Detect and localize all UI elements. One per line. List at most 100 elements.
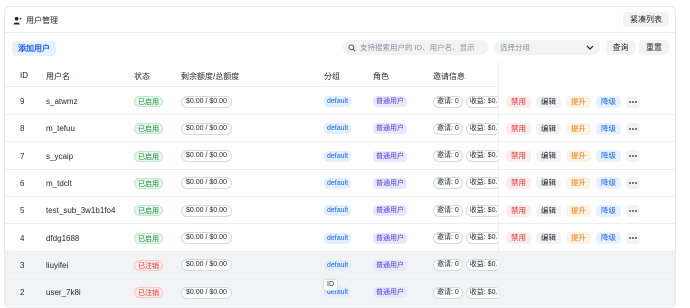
earnings-badge: 收益: $0. <box>465 286 498 299</box>
demote-button[interactable]: 降级 <box>596 204 621 217</box>
cell-quota: $0.00 / $0.00 <box>181 225 232 252</box>
demote-button[interactable]: 降级 <box>596 232 621 244</box>
group-select-placeholder: 选择分组 <box>500 43 530 52</box>
more-icon <box>629 100 637 103</box>
group-badge: default <box>324 232 352 244</box>
edit-button[interactable]: 编辑 <box>536 232 561 244</box>
cell-role: 普通用户 <box>373 279 407 306</box>
quota-badge: $0.00 / $0.00 <box>181 122 232 135</box>
more-button[interactable] <box>626 232 640 244</box>
group-badge: default <box>324 205 352 217</box>
ban-button[interactable]: 禁用 <box>506 232 531 244</box>
compact-list-button[interactable]: 紧凑列表 <box>623 12 669 27</box>
table-row[interactable]: 4 dfdg1688 已启用 $0.00 / $0.00 default 普通用户 邀请: … <box>5 225 675 252</box>
more-button[interactable] <box>626 95 640 108</box>
cell-quota: $0.00 / $0.00 <box>181 115 232 142</box>
column-header-group[interactable]: 分组 <box>324 71 340 82</box>
promote-button[interactable]: 提升 <box>566 122 591 135</box>
status-badge: 已注销 <box>134 259 163 271</box>
cell-invites: 邀请: 0 收益: $0. <box>433 252 498 279</box>
cell-status: 已启用 <box>134 197 163 224</box>
cell-username: s_ycaip <box>46 143 126 170</box>
search-input[interactable]: 支持搜索用户的 ID、用户名、显示 <box>343 40 488 55</box>
edit-button[interactable]: 编辑 <box>536 122 561 135</box>
ban-button[interactable]: 禁用 <box>506 95 531 108</box>
ban-button[interactable]: 禁用 <box>506 177 531 190</box>
demote-button[interactable]: 降级 <box>596 95 621 108</box>
more-button[interactable] <box>626 122 640 135</box>
user-id: 8 <box>20 124 25 134</box>
group-select[interactable]: 选择分组 <box>494 40 600 55</box>
edit-button[interactable]: 编辑 <box>536 95 561 108</box>
reset-button[interactable]: 重置 <box>639 40 669 55</box>
cell-id: 8 <box>20 115 24 142</box>
row-actions: 禁用 编辑 提升 降级 <box>506 115 640 142</box>
demote-button[interactable]: 降级 <box>596 150 621 163</box>
cell-invites: 邀请: 0 收益: $0. <box>433 197 498 224</box>
username: user_7k8i <box>46 288 81 298</box>
role-badge: 普通用户 <box>373 150 407 162</box>
cell-group: default <box>324 252 352 279</box>
cell-role: 普通用户 <box>373 115 407 142</box>
invite-count-badge: 邀请: 0 <box>433 286 463 299</box>
username: s_atwmz <box>46 97 78 106</box>
earnings-badge: 收益: $0. <box>465 177 498 190</box>
edit-button[interactable]: 编辑 <box>536 204 561 217</box>
cell-quota: $0.00 / $0.00 <box>181 143 232 170</box>
table-row[interactable]: 7 s_ycaip 已启用 $0.00 / $0.00 default 普通用户 邀请: 0… <box>5 143 675 170</box>
column-header-role[interactable]: 角色 <box>373 71 389 82</box>
promote-button[interactable]: 提升 <box>566 177 591 190</box>
ban-button[interactable]: 禁用 <box>506 150 531 163</box>
table-row[interactable]: 8 m_tefuu 已启用 $0.00 / $0.00 default 普通用户 邀请: 0… <box>5 115 675 143</box>
demote-button[interactable]: 降级 <box>596 122 621 135</box>
status-badge: 已注销 <box>134 287 163 299</box>
status-badge: 已启用 <box>134 232 163 244</box>
promote-button[interactable]: 提升 <box>566 204 591 217</box>
role-badge: 普通用户 <box>373 177 407 189</box>
ban-button[interactable]: 禁用 <box>506 204 531 217</box>
cell-group: default <box>324 115 352 142</box>
table-row[interactable]: 9 s_atwmz 已启用 $0.00 / $0.00 default 普通用户 邀请: 0… <box>5 88 675 115</box>
cell-invites: 邀请: 0 收益: $0. <box>433 279 498 306</box>
cell-username: s_atwmz <box>46 88 126 115</box>
cell-id: 2 <box>20 279 24 306</box>
edit-button[interactable]: 编辑 <box>536 177 561 190</box>
column-header-id[interactable]: ID <box>20 71 28 80</box>
query-button[interactable]: 查询 <box>606 40 635 55</box>
invite-count-badge: 邀请: 0 <box>433 177 463 190</box>
cell-role: 普通用户 <box>373 197 407 224</box>
page-title: 用户管理 <box>13 15 58 26</box>
username: liuyifei <box>46 260 69 270</box>
table-row[interactable]: 3 liuyifei 已注销 $0.00 / $0.00 default 普通用户 邀请: … <box>5 251 675 279</box>
group-badge: default <box>324 96 352 107</box>
cell-invites: 邀请: 0 收益: $0. <box>433 88 498 115</box>
add-user-button[interactable]: 添加用户 <box>12 41 56 56</box>
column-header-status[interactable]: 状态 <box>134 71 150 82</box>
promote-button[interactable]: 提升 <box>566 95 591 108</box>
promote-button[interactable]: 提升 <box>566 232 591 244</box>
more-button[interactable] <box>626 177 640 190</box>
row-actions: 禁用 编辑 提升 降级 <box>506 88 640 115</box>
edit-button[interactable]: 编辑 <box>536 150 561 163</box>
cell-quota: $0.00 / $0.00 <box>181 252 232 279</box>
role-badge: 普通用户 <box>373 287 407 299</box>
ban-button[interactable]: 禁用 <box>506 122 531 135</box>
cell-role: 普通用户 <box>373 225 407 252</box>
column-header-username[interactable]: 用户名 <box>46 71 70 82</box>
column-header-quota[interactable]: 剩余额度/总额度 <box>181 71 239 82</box>
cell-role: 普通用户 <box>373 252 407 279</box>
more-button[interactable] <box>626 150 640 163</box>
cell-invites: 邀请: 0 收益: $0. <box>433 115 498 142</box>
quota-badge: $0.00 / $0.00 <box>181 204 232 217</box>
invite-count-badge: 邀请: 0 <box>433 259 463 272</box>
more-button[interactable] <box>626 204 640 217</box>
status-badge: 已启用 <box>134 177 163 189</box>
cell-status: 已启用 <box>134 143 163 170</box>
cell-status: 已启用 <box>134 170 163 197</box>
demote-button[interactable]: 降级 <box>596 177 621 190</box>
table-row[interactable]: 5 test_sub_3w1b1fo4 已启用 $0.00 / $0.00 defaul… <box>5 197 675 225</box>
promote-button[interactable]: 提升 <box>566 150 591 163</box>
column-header-invites[interactable]: 邀请信息 <box>433 71 465 82</box>
table-row[interactable]: 6 m_tdclt 已启用 $0.00 / $0.00 default 普通用户 邀请: 0… <box>5 170 675 197</box>
table-row[interactable]: 2 user_7k8i 已注销 $0.00 / $0.00 default 普通用户 邀请:… <box>5 279 675 307</box>
